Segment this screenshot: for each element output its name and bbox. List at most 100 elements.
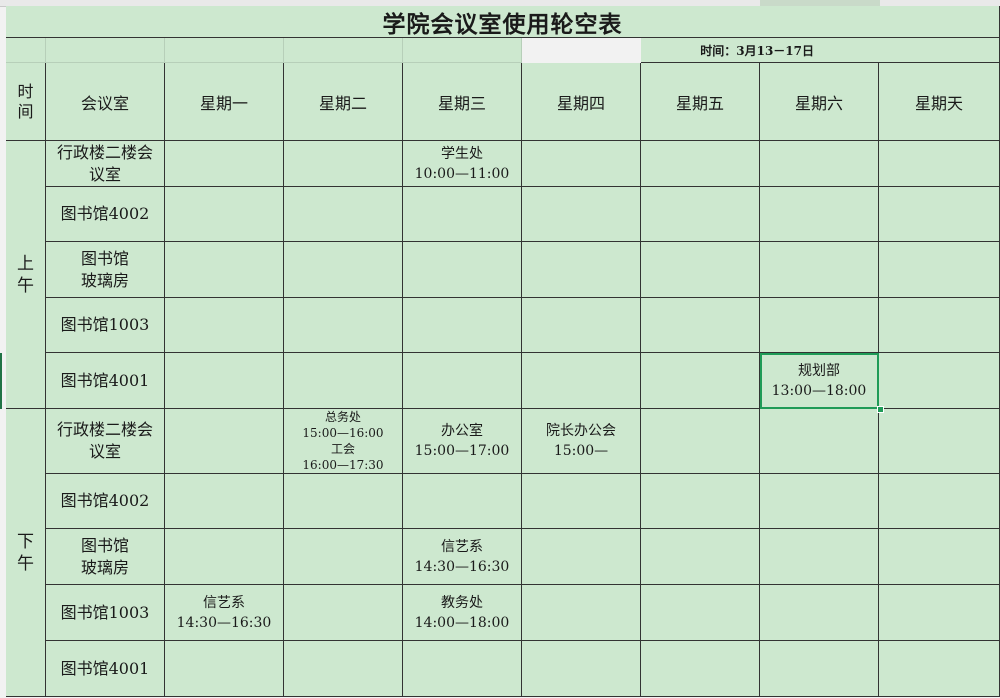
schedule-cell[interactable] (760, 187, 879, 242)
schedule-cell[interactable] (879, 187, 1000, 242)
schedule-cell[interactable] (522, 187, 641, 242)
schedule-cell[interactable] (641, 187, 760, 242)
schedule-cell[interactable] (641, 474, 760, 529)
schedule-cell[interactable] (522, 141, 641, 187)
schedule-cell[interactable] (284, 187, 403, 242)
booking-cell[interactable]: 办公室 15:00—17:00 (403, 409, 522, 474)
day-header[interactable]: 星期五 (641, 63, 760, 141)
schedule-cell[interactable] (879, 353, 1000, 409)
schedule-cell[interactable] (403, 474, 522, 529)
room-name-cell[interactable]: 行政楼二楼会 议室 (46, 141, 165, 187)
empty-cell[interactable] (284, 38, 403, 63)
schedule-cell[interactable] (879, 529, 1000, 585)
schedule-cell[interactable] (165, 353, 284, 409)
schedule-cell[interactable] (522, 641, 641, 697)
booking-cell[interactable]: 教务处 14:00—18:00 (403, 585, 522, 641)
schedule-cell[interactable] (879, 641, 1000, 697)
schedule-cell[interactable] (522, 529, 641, 585)
booking-cell[interactable]: 总务处 15:00—16:00 工会 16:00—17:30 (284, 409, 403, 474)
selected-booking-cell[interactable]: 规划部 13:00—18:00 (760, 353, 879, 409)
schedule-cell[interactable] (760, 474, 879, 529)
schedule-cell[interactable] (760, 585, 879, 641)
schedule-cell[interactable] (284, 141, 403, 187)
schedule-cell[interactable] (879, 141, 1000, 187)
schedule-cell[interactable] (165, 529, 284, 585)
schedule-cell[interactable] (284, 641, 403, 697)
schedule-cell[interactable] (165, 409, 284, 474)
page-title[interactable]: 学院会议室使用轮空表 (6, 6, 1000, 38)
period-afternoon[interactable]: 下午 (6, 409, 46, 697)
date-range[interactable]: 时间：3月13－17日 (641, 38, 1000, 63)
empty-cell[interactable] (403, 38, 522, 63)
room-name-cell[interactable]: 图书馆4001 (46, 353, 165, 409)
schedule-cell[interactable] (284, 529, 403, 585)
schedule-cell[interactable] (760, 641, 879, 697)
empty-cell[interactable] (165, 38, 284, 63)
schedule-cell[interactable] (641, 242, 760, 298)
schedule-cell[interactable] (165, 474, 284, 529)
schedule-cell[interactable] (641, 409, 760, 474)
schedule-cell[interactable] (403, 242, 522, 298)
schedule-cell[interactable] (284, 242, 403, 298)
room-name-cell[interactable]: 图书馆1003 (46, 585, 165, 641)
schedule-cell[interactable] (641, 353, 760, 409)
schedule-cell[interactable] (522, 298, 641, 353)
schedule-cell[interactable] (760, 298, 879, 353)
schedule-cell[interactable] (522, 353, 641, 409)
schedule-cell[interactable] (165, 187, 284, 242)
day-header[interactable]: 星期六 (760, 63, 879, 141)
schedule-cell[interactable] (522, 242, 641, 298)
schedule-cell[interactable] (641, 141, 760, 187)
schedule-cell[interactable] (879, 409, 1000, 474)
booking-cell[interactable]: 学生处 10:00—11:00 (403, 141, 522, 187)
room-name-cell[interactable]: 图书馆1003 (46, 298, 165, 353)
day-header[interactable]: 星期天 (879, 63, 1000, 141)
schedule-cell[interactable] (760, 409, 879, 474)
schedule-cell[interactable] (403, 298, 522, 353)
schedule-cell[interactable] (641, 641, 760, 697)
schedule-cell[interactable] (522, 585, 641, 641)
room-name-cell[interactable]: 行政楼二楼会 议室 (46, 409, 165, 474)
schedule-cell[interactable] (403, 187, 522, 242)
schedule-cell[interactable] (165, 641, 284, 697)
schedule-cell[interactable] (403, 353, 522, 409)
empty-cell[interactable] (46, 38, 165, 63)
room-header[interactable]: 会议室 (46, 63, 165, 141)
schedule-cell[interactable] (760, 242, 879, 298)
booking-cell[interactable]: 信艺系 14:30—16:30 (165, 585, 284, 641)
schedule-cell[interactable] (165, 141, 284, 187)
schedule-cell[interactable] (284, 298, 403, 353)
room-name-cell[interactable]: 图书馆 玻璃房 (46, 242, 165, 298)
cell-text-line: 13:00—18:00 (771, 382, 867, 399)
schedule-cell[interactable] (879, 474, 1000, 529)
schedule-cell[interactable] (284, 585, 403, 641)
room-name-cell[interactable]: 图书馆 玻璃房 (46, 529, 165, 585)
booking-cell[interactable]: 信艺系 14:30—16:30 (403, 529, 522, 585)
day-header[interactable]: 星期二 (284, 63, 403, 141)
schedule-cell[interactable] (879, 298, 1000, 353)
schedule-cell[interactable] (641, 585, 760, 641)
schedule-cell[interactable] (760, 141, 879, 187)
day-header[interactable]: 星期一 (165, 63, 284, 141)
schedule-cell[interactable] (522, 474, 641, 529)
fill-handle[interactable] (877, 406, 884, 413)
schedule-cell[interactable] (165, 242, 284, 298)
schedule-cell[interactable] (403, 641, 522, 697)
time-header[interactable]: 时间 (6, 63, 46, 141)
room-name-cell[interactable]: 图书馆4001 (46, 641, 165, 697)
day-header[interactable]: 星期三 (403, 63, 522, 141)
schedule-cell[interactable] (760, 529, 879, 585)
room-name-cell[interactable]: 图书馆4002 (46, 187, 165, 242)
day-header[interactable]: 星期四 (522, 63, 641, 141)
empty-cell[interactable] (6, 38, 46, 63)
booking-cell[interactable]: 院长办公会 15:00— (522, 409, 641, 474)
schedule-cell[interactable] (879, 585, 1000, 641)
room-name-cell[interactable]: 图书馆4002 (46, 474, 165, 529)
schedule-cell[interactable] (284, 353, 403, 409)
schedule-cell[interactable] (284, 474, 403, 529)
schedule-cell[interactable] (879, 242, 1000, 298)
schedule-cell[interactable] (641, 529, 760, 585)
period-morning[interactable]: 上午 (6, 141, 46, 409)
schedule-cell[interactable] (165, 298, 284, 353)
schedule-cell[interactable] (641, 298, 760, 353)
